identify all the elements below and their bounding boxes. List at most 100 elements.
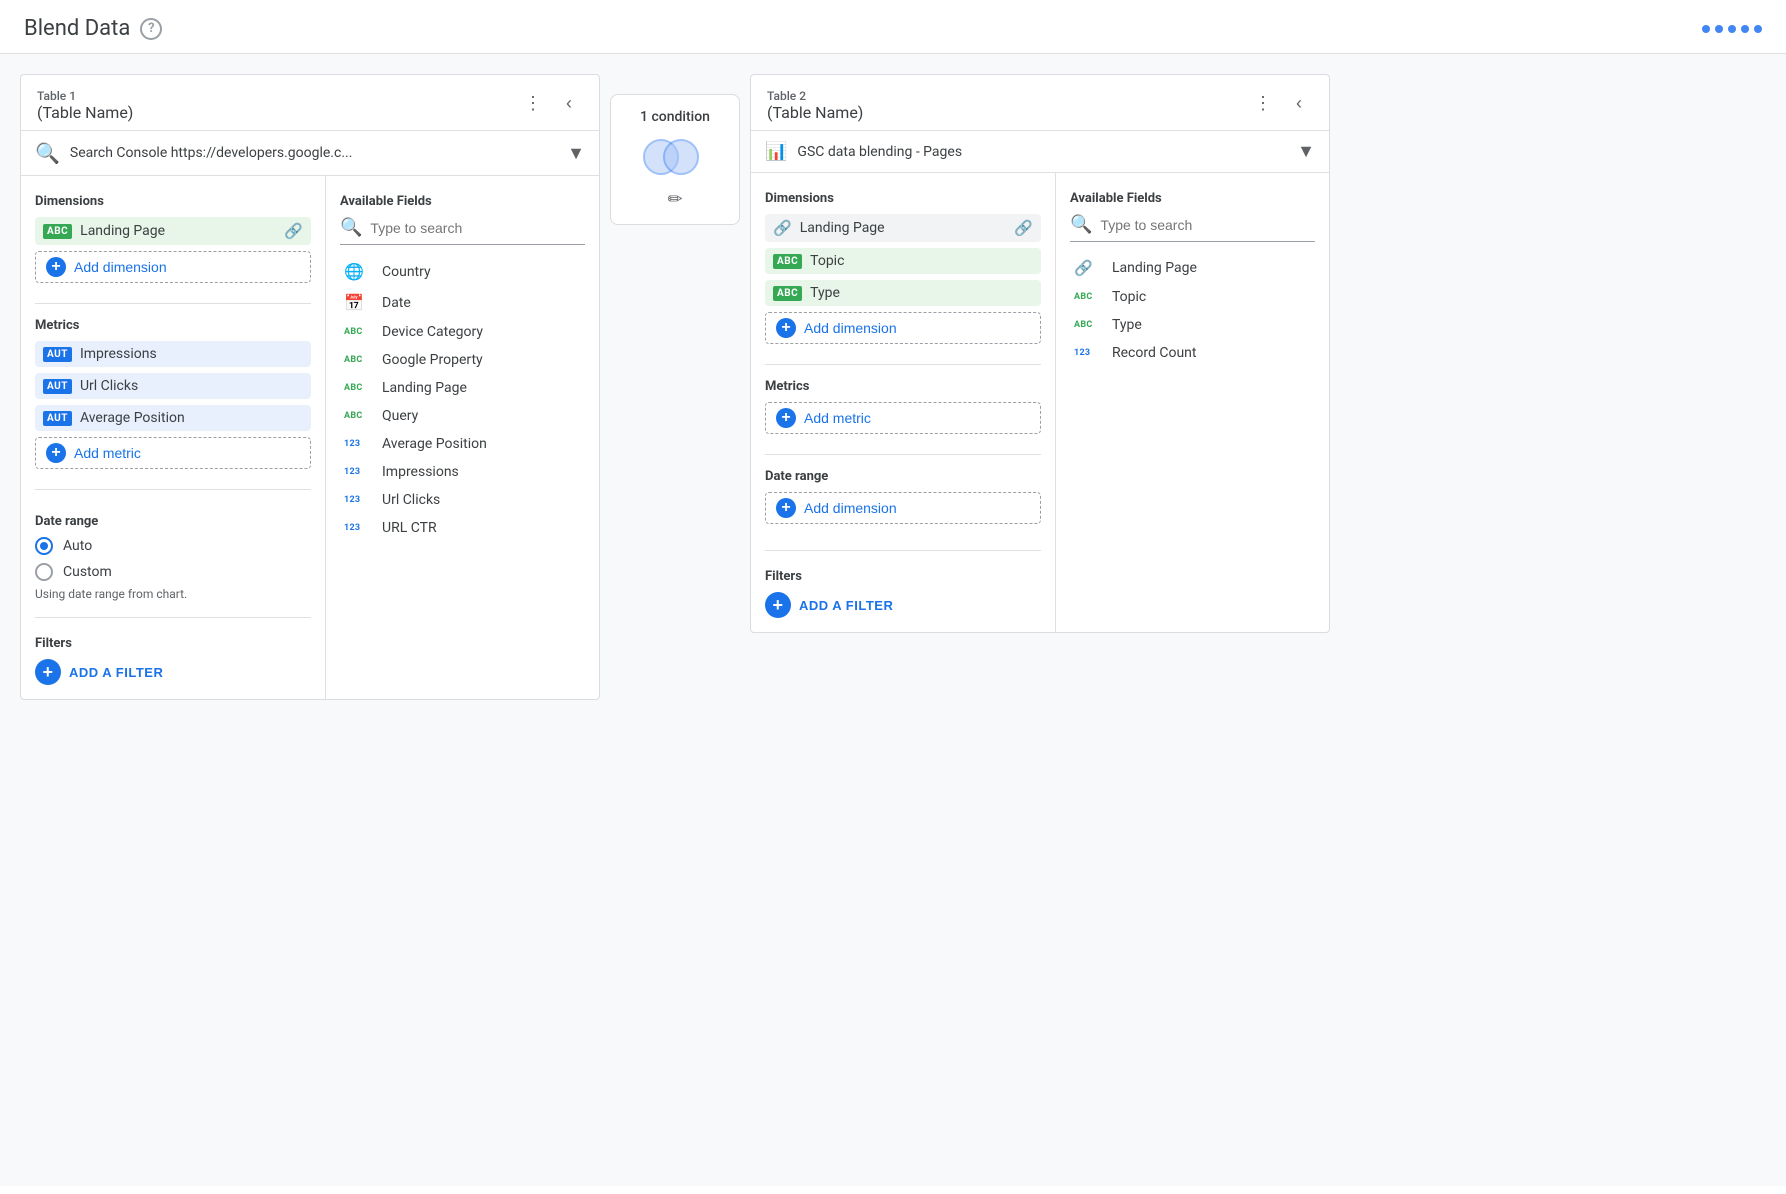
page-title: Blend Data [24,16,130,41]
field-name-device: Device Category [382,324,483,340]
table2-filters-title: Filters [765,569,1041,584]
metric-text-urlclicks: Url Clicks [80,378,303,394]
metric-text-avgposition: Average Position [80,410,303,426]
add-filter-label2: ADD A FILTER [799,598,893,613]
table1-filters-title: Filters [35,636,311,651]
table1-date-title: Date range [35,514,311,529]
table1-field-list: 🌐 Country 📅 Date ABC Device Category ABC… [340,257,585,541]
add-date2-circle: + [776,498,796,518]
table1-label: Table 1 [37,89,133,103]
field-name-urlclicks: Url Clicks [382,492,440,508]
datasource1-name: Search Console https://developers.google… [70,145,557,161]
radio-auto[interactable]: Auto [35,537,311,555]
dim2-landingpage: 🔗 Landing Page 🔗 [765,214,1041,242]
field2-name-reccount: Record Count [1112,345,1196,361]
add-metric-label: Add metric [74,445,141,461]
field-device-category[interactable]: ABC Device Category [340,319,585,345]
field-url-clicks[interactable]: 123 Url Clicks [340,487,585,513]
field-name-lpage: Landing Page [382,380,467,396]
help-icon[interactable]: ? [140,18,162,40]
link-badge-1: 🔗 [773,219,792,237]
field2-landing-page[interactable]: 🔗 Landing Page [1070,254,1315,282]
aut-badge-2: AUT [43,379,72,394]
dim2-topic: ABC Topic [765,248,1041,274]
table2-name: (Table Name) [767,103,863,122]
abc-badge: ABC [43,224,72,239]
field-landing-page[interactable]: ABC Landing Page [340,375,585,401]
top-bar: Blend Data ? [0,0,1786,54]
field-type-abc-2: ABC [344,355,372,365]
field-url-ctr[interactable]: 123 URL CTR [340,515,585,541]
metric-avgposition: AUT Average Position [35,405,311,431]
add-filter-circle2: + [765,592,791,618]
table2-add-date-btn[interactable]: + Add dimension [765,492,1041,524]
table2-avail-fields-title: Available Fields [1070,191,1315,206]
dim-text-landingpage: Landing Page [80,223,276,239]
table2-add-filter-btn[interactable]: + ADD A FILTER [765,592,893,618]
radio-custom-outer [35,563,53,581]
table1-datasource[interactable]: 🔍 Search Console https://developers.goog… [21,131,599,176]
table1-add-dimension-btn[interactable]: + Add dimension [35,251,311,283]
table1-name: (Table Name) [37,103,133,122]
table1-panel: Table 1 (Table Name) ⋮ ‹ 🔍 Search Consol… [20,74,600,700]
table2-header: Table 2 (Table Name) ⋮ ‹ [751,75,1329,131]
add-dim2-label: Add dimension [804,320,897,336]
join-edit-btn[interactable]: ✏ [667,189,682,210]
field-avg-position[interactable]: 123 Average Position [340,431,585,457]
datasource1-chevron: ▼ [567,143,585,164]
field-type-cal: 📅 [344,293,372,312]
dim2-type: ABC Type [765,280,1041,306]
field2-type-abc-1: ABC [1074,292,1102,302]
add-filter-label1: ADD A FILTER [69,665,163,680]
table2-add-dimension-btn[interactable]: + Add dimension [765,312,1041,344]
table1-add-metric-btn[interactable]: + Add metric [35,437,311,469]
field-name-impr: Impressions [382,464,459,480]
add-date2-label: Add dimension [804,500,897,516]
radio-custom-label: Custom [63,564,112,580]
field2-name-lpage: Landing Page [1112,260,1197,276]
field2-type-abc-2: ABC [1074,320,1102,330]
field2-type[interactable]: ABC Type [1070,312,1315,338]
field-type-globe: 🌐 [344,262,372,281]
dots-indicator [1702,25,1762,33]
table2-datasource[interactable]: 📊 GSC data blending - Pages ▼ [751,131,1329,173]
table1-date-range: Date range Auto Custom Usi [35,510,311,601]
radio-custom[interactable]: Custom [35,563,311,581]
field-name-urlctr: URL CTR [382,520,437,536]
join-box: 1 condition ✏ [610,94,740,225]
radio-auto-outer [35,537,53,555]
table1-add-filter-btn[interactable]: + ADD A FILTER [35,659,163,685]
metric-impressions: AUT Impressions [35,341,311,367]
field2-name-type: Type [1112,317,1142,333]
field-country[interactable]: 🌐 Country [340,257,585,286]
table2-metrics-title: Metrics [765,379,1041,394]
field2-type-123: 123 [1074,348,1102,358]
field-query[interactable]: ABC Query [340,403,585,429]
field-type-123-4: 123 [344,523,372,533]
table2-add-metric-btn[interactable]: + Add metric [765,402,1041,434]
table2-more-btn[interactable]: ⋮ [1249,89,1277,117]
add-metric-circle: + [46,443,66,463]
table1-collapse-btn[interactable]: ‹ [555,89,583,117]
table2-search-input[interactable] [1100,217,1315,233]
table2-search-icon: 🔍 [1070,214,1092,235]
field-date[interactable]: 📅 Date [340,288,585,317]
field2-record-count[interactable]: 123 Record Count [1070,340,1315,366]
field-impressions[interactable]: 123 Impressions [340,459,585,485]
table1-avail-fields-title: Available Fields [340,194,585,209]
table2-collapse-btn[interactable]: ‹ [1285,89,1313,117]
date-hint: Using date range from chart. [35,587,311,601]
field-name-date: Date [382,295,411,311]
field-google-property[interactable]: ABC Google Property [340,347,585,373]
table2-right-col: Available Fields 🔍 🔗 Landing Page ABC To… [1056,173,1329,632]
table1-search-input[interactable] [370,220,585,236]
aut-badge-3: AUT [43,411,72,426]
table1-right-col: Available Fields 🔍 🌐 Country 📅 Date [326,176,599,699]
table1-search-box: 🔍 [340,217,585,245]
radio-auto-label: Auto [63,538,92,554]
field2-topic[interactable]: ABC Topic [1070,284,1315,310]
add-dim-circle: + [46,257,66,277]
aut-badge-1: AUT [43,347,72,362]
table1-more-btn[interactable]: ⋮ [519,89,547,117]
table2-left-col: Dimensions 🔗 Landing Page 🔗 ABC Topic AB… [751,173,1056,632]
